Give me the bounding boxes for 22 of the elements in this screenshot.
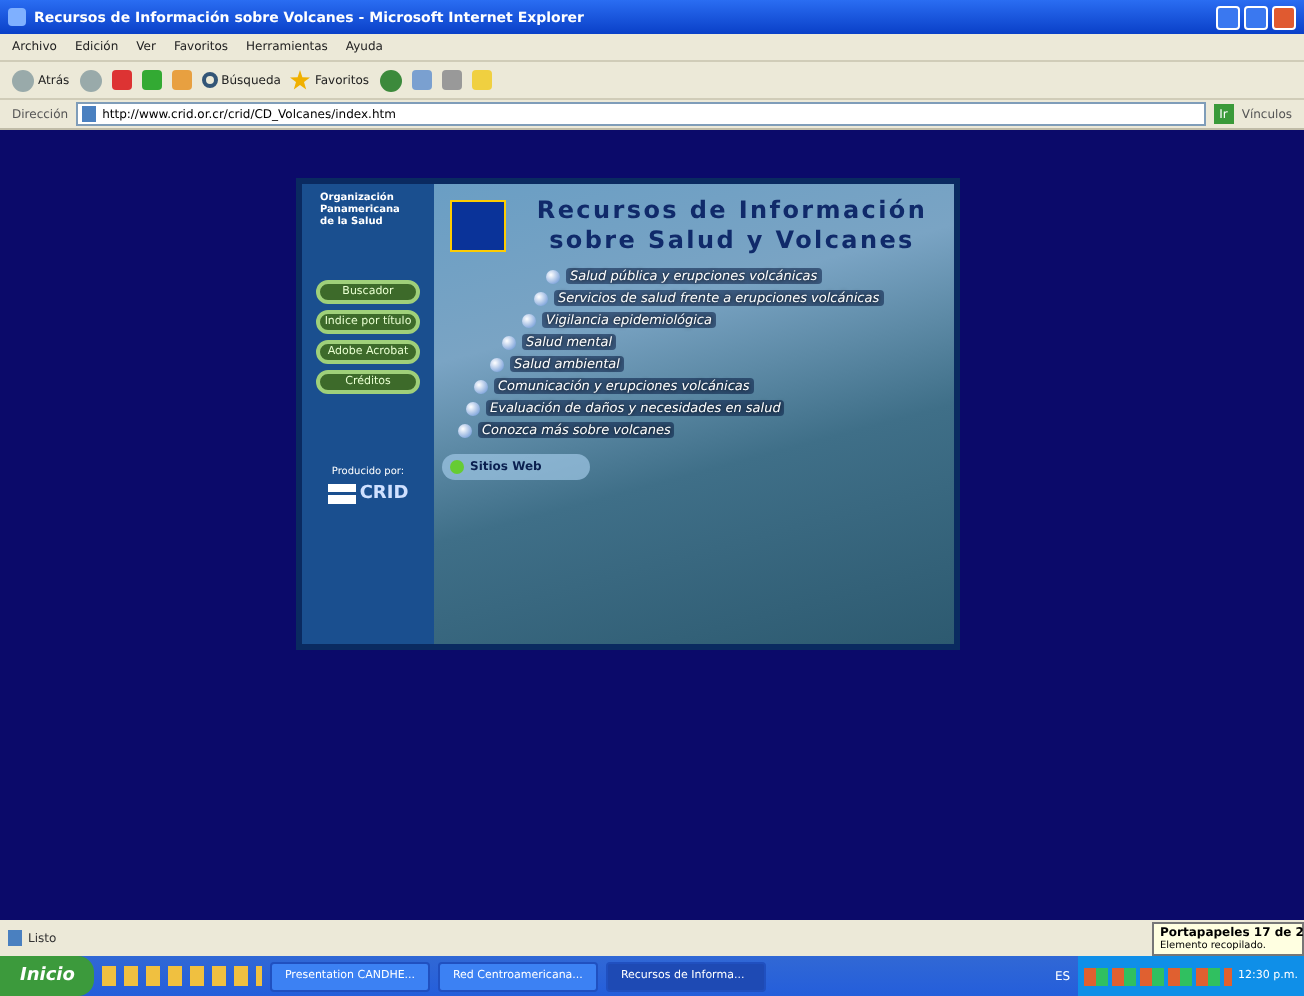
page-icon [82, 106, 97, 122]
maximize-button[interactable] [1244, 5, 1268, 29]
bullet-icon [490, 357, 504, 371]
bullet-icon [474, 379, 488, 393]
quick-launch-icons[interactable] [102, 966, 263, 986]
crid-logo-text: CRID [359, 484, 409, 504]
bullet-icon [534, 291, 548, 305]
start-button[interactable]: Inicio [0, 956, 95, 996]
bullet-icon [466, 401, 480, 415]
close-button[interactable] [1272, 5, 1296, 29]
page-icon [8, 930, 22, 946]
bullet-icon [502, 335, 516, 349]
site-title: Recursos de Información sobre Salud y Volcanes [534, 196, 930, 256]
crid-logo-icon [327, 484, 356, 504]
minimize-button[interactable] [1216, 5, 1240, 29]
search-icon [201, 72, 218, 88]
bullet-icon [546, 269, 560, 283]
bullet-icon [458, 423, 472, 437]
bullet-icon [522, 313, 536, 327]
star-icon [290, 70, 311, 90]
bullet-icon [450, 460, 464, 474]
tray-icons[interactable] [1084, 967, 1233, 985]
